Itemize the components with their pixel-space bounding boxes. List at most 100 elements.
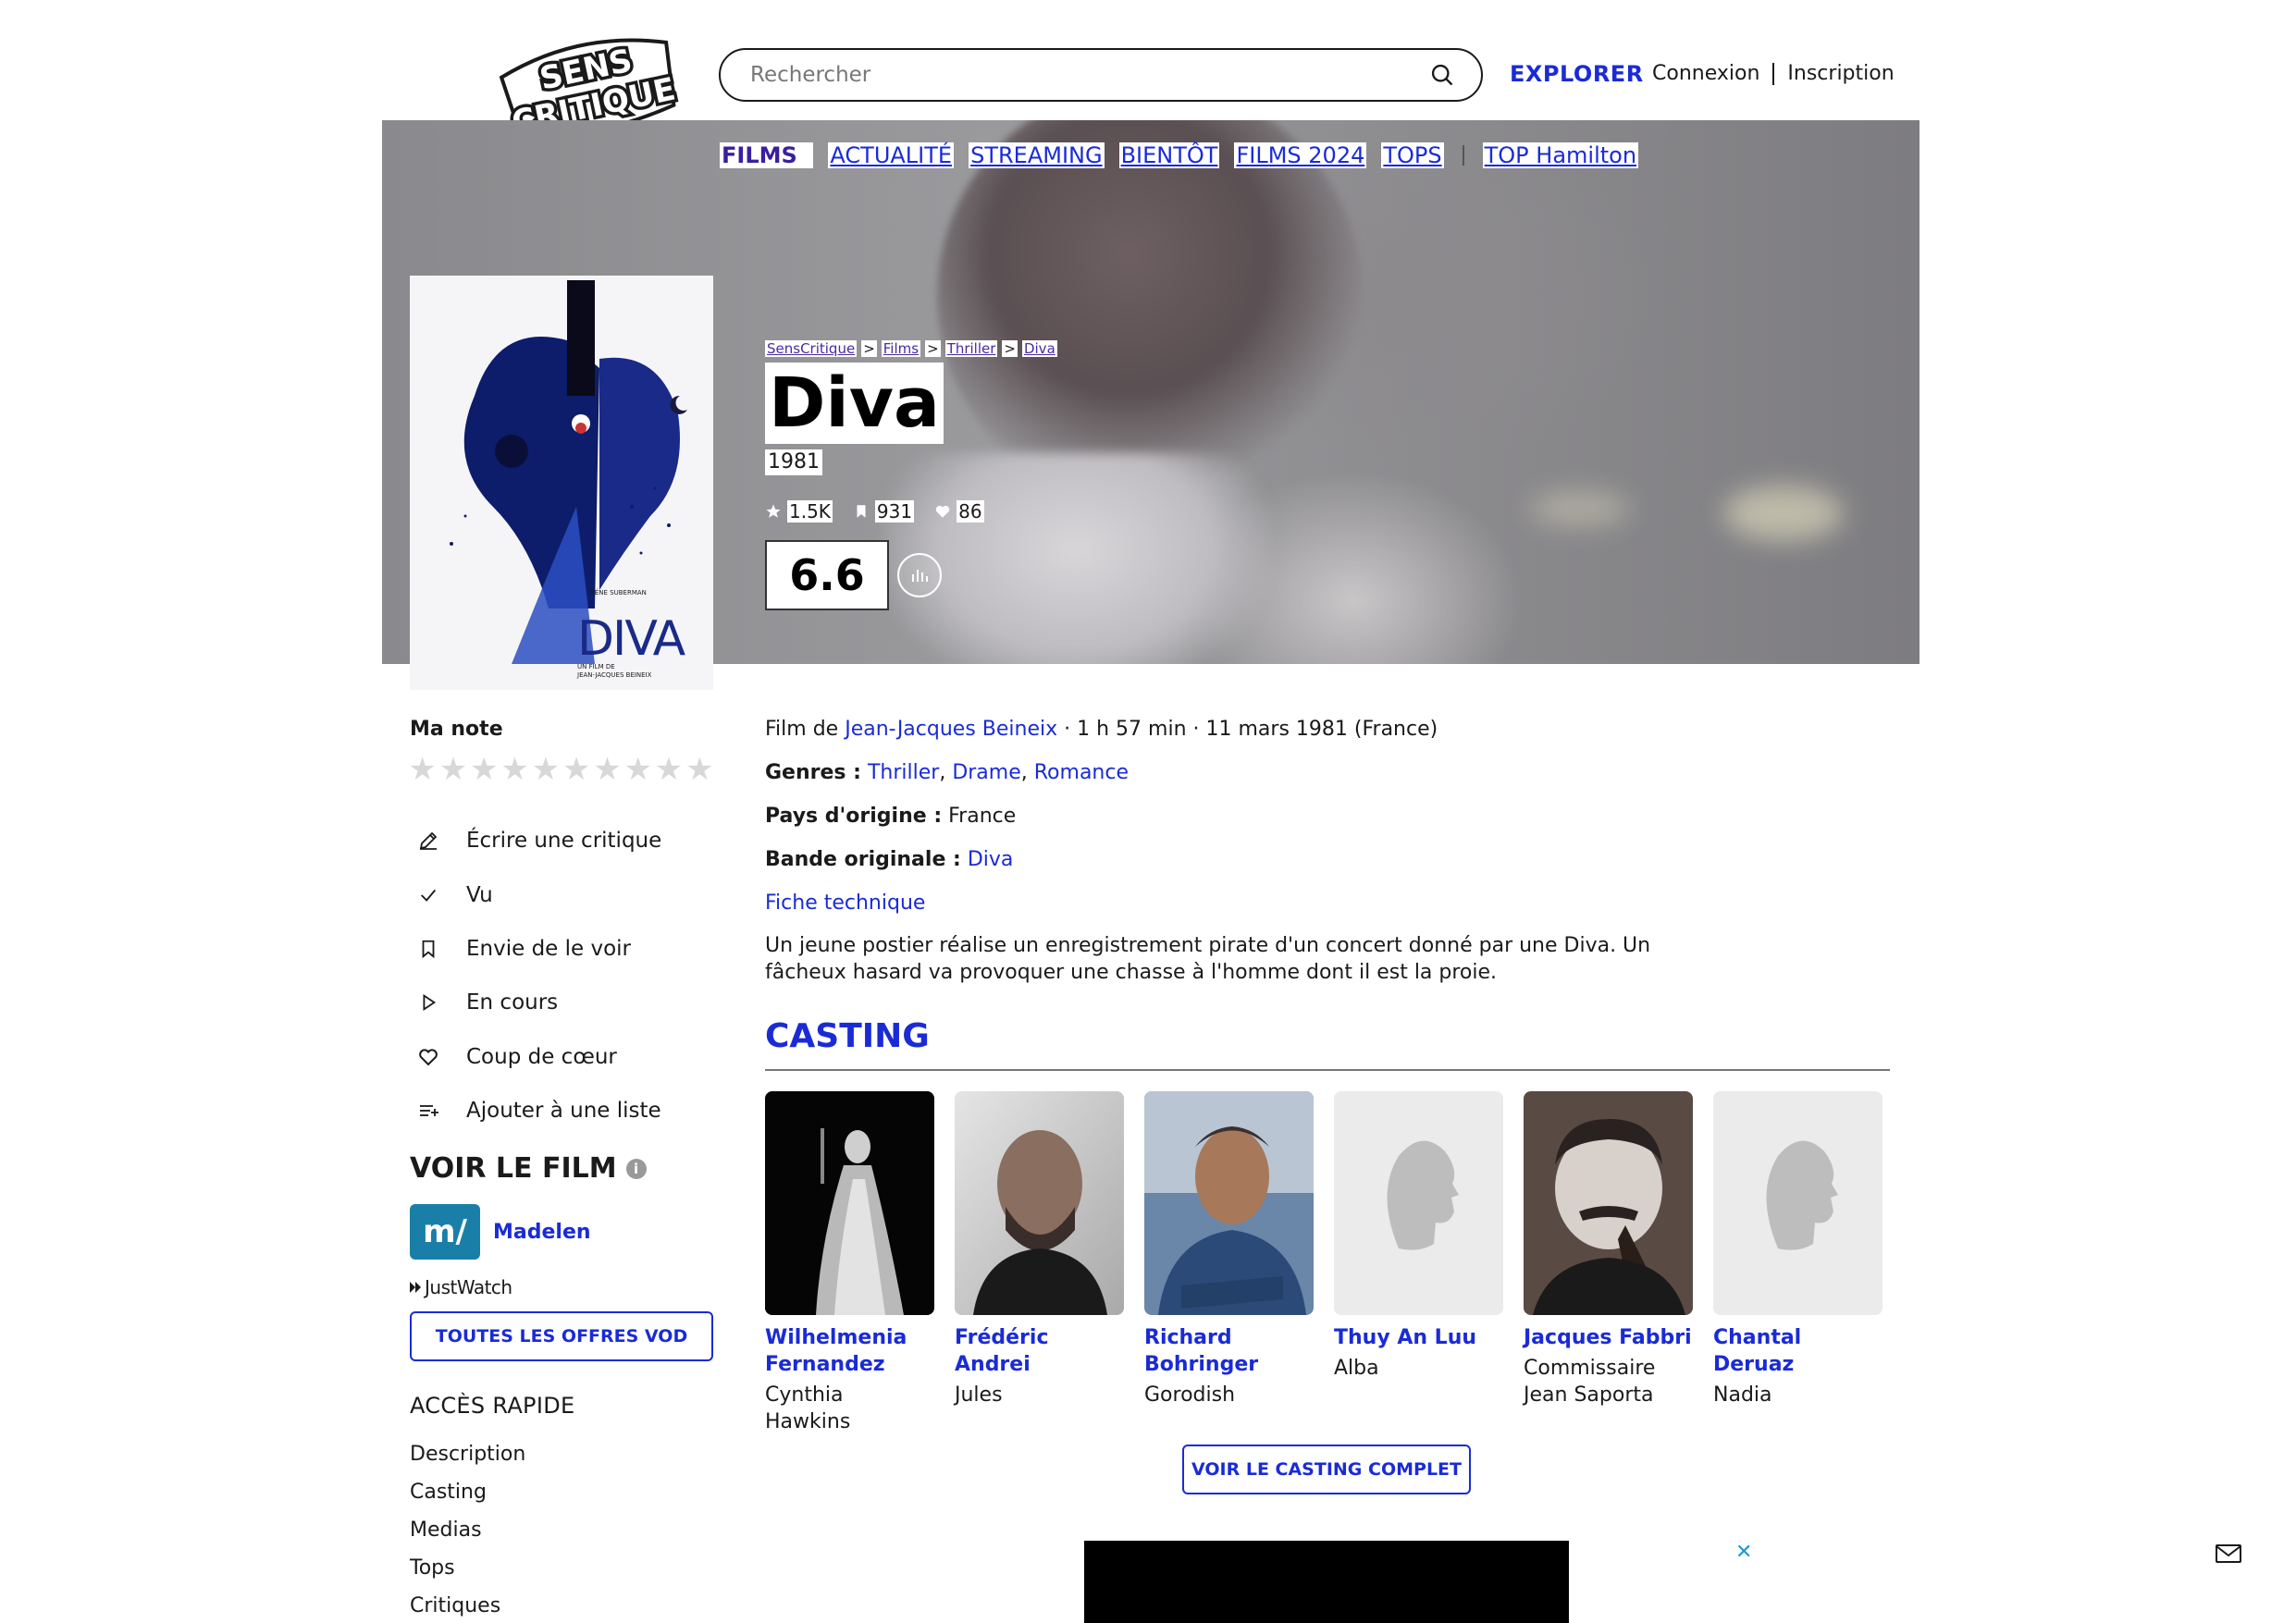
my-rating-stars[interactable]: ★ ★ ★ ★ ★ ★ ★ ★ ★ ★ bbox=[407, 753, 715, 786]
film-details: Film de Jean-Jacques Beineix · 1 h 57 mi… bbox=[765, 718, 1644, 935]
rating-star-icon[interactable]: ★ bbox=[407, 753, 438, 786]
info-icon[interactable]: i bbox=[625, 1158, 647, 1179]
actor-photo[interactable] bbox=[1144, 1091, 1314, 1315]
mail-icon[interactable] bbox=[2215, 1543, 2242, 1565]
actor-name[interactable]: Richard Bohringer bbox=[1144, 1324, 1314, 1378]
rating-star-icon[interactable]: ★ bbox=[685, 753, 715, 786]
quick-access-title: ACCÈS RAPIDE bbox=[410, 1393, 575, 1419]
breadcrumb-thriller[interactable]: Thriller bbox=[944, 340, 998, 357]
actor-role: Jules bbox=[955, 1383, 1003, 1407]
actor-name[interactable]: Chantal Deruaz bbox=[1713, 1324, 1882, 1378]
quick-access-tops[interactable]: Tops bbox=[410, 1549, 525, 1587]
actor-name[interactable]: Wilhelmenia Fernandez bbox=[765, 1324, 934, 1378]
rating-star-icon[interactable]: ★ bbox=[561, 753, 591, 786]
subnav-films-2024[interactable]: FILMS 2024 bbox=[1234, 142, 1367, 168]
country-row: Pays d'origine : France bbox=[765, 805, 1017, 828]
breadcrumb-separator: > bbox=[1002, 340, 1018, 357]
streaming-provider[interactable]: m/ Madelen bbox=[410, 1204, 591, 1260]
genre-link-drame[interactable]: Drame bbox=[952, 761, 1020, 784]
genre-link-romance[interactable]: Romance bbox=[1034, 761, 1129, 784]
action-in-progress[interactable]: En cours bbox=[416, 976, 661, 1029]
banner-backdrop-dress bbox=[882, 453, 1270, 664]
quick-access-description[interactable]: Description bbox=[410, 1435, 525, 1473]
subnav-top-hamilton[interactable]: TOP Hamilton bbox=[1482, 142, 1639, 168]
cast-card[interactable]: Jacques Fabbri Commissaire Jean Saporta bbox=[1524, 1091, 1693, 1435]
actor-name[interactable]: Thuy An Luu bbox=[1334, 1324, 1503, 1351]
subnav-films[interactable]: FILMS › bbox=[720, 142, 814, 168]
genre-link-thriller[interactable]: Thriller bbox=[868, 761, 939, 784]
all-vod-offers-button[interactable]: TOUTES LES OFFRES VOD bbox=[410, 1311, 713, 1361]
rating-star-icon[interactable]: ★ bbox=[469, 753, 500, 786]
star-icon bbox=[766, 504, 781, 518]
actor-photo-placeholder[interactable] bbox=[1334, 1091, 1503, 1315]
quick-access-critiques[interactable]: Critiques bbox=[410, 1587, 525, 1623]
action-add-to-list[interactable]: Ajouter à une liste bbox=[416, 1084, 661, 1137]
actor-photo[interactable] bbox=[765, 1091, 934, 1315]
director-link[interactable]: Jean-Jacques Beineix bbox=[845, 718, 1057, 741]
cast-card[interactable]: Wilhelmenia Fernandez Cynthia Hawkins bbox=[765, 1091, 934, 1435]
soundtrack-link[interactable]: Diva bbox=[968, 848, 1014, 871]
subnav-divider bbox=[1462, 145, 1464, 166]
film-poster[interactable]: RÉNE SUBERMAN DIVA UN FILM DE JEAN-JACQU… bbox=[410, 276, 713, 690]
justwatch-icon bbox=[410, 1282, 421, 1293]
breadcrumb-senscritique[interactable]: SensCritique bbox=[765, 340, 858, 357]
banner-backdrop-light bbox=[1723, 486, 1844, 541]
login-link[interactable]: Connexion bbox=[1652, 62, 1759, 85]
rating-star-icon[interactable]: ★ bbox=[500, 753, 530, 786]
ad-banner[interactable] bbox=[1084, 1541, 1569, 1623]
subnav-actualite[interactable]: ACTUALITÉ bbox=[828, 142, 955, 168]
actor-name[interactable]: Jacques Fabbri bbox=[1524, 1324, 1693, 1351]
actor-role: Cynthia Hawkins bbox=[765, 1383, 851, 1433]
list-add-icon bbox=[416, 1099, 440, 1123]
action-want-to-see[interactable]: Envie de le voir bbox=[416, 922, 661, 976]
cast-card[interactable]: Richard Bohringer Gorodish bbox=[1144, 1091, 1314, 1435]
pencil-icon bbox=[416, 829, 440, 853]
subnav-streaming[interactable]: STREAMING bbox=[969, 142, 1105, 168]
rating-star-icon[interactable]: ★ bbox=[623, 753, 653, 786]
actor-photo[interactable] bbox=[1524, 1091, 1693, 1315]
quick-access-medias[interactable]: Medias bbox=[410, 1511, 525, 1549]
banner-backdrop-face bbox=[937, 120, 1363, 509]
rating-star-icon[interactable]: ★ bbox=[530, 753, 561, 786]
rating-star-icon[interactable]: ★ bbox=[653, 753, 684, 786]
bar-chart-icon bbox=[912, 570, 928, 582]
subnav-bientot[interactable]: BIENTÔT bbox=[1118, 142, 1220, 168]
signup-link[interactable]: Inscription bbox=[1787, 62, 1894, 85]
casting-title: CASTING bbox=[765, 1017, 930, 1055]
poster-title: DIVA bbox=[577, 611, 686, 667]
justwatch-logo[interactable]: JustWatch bbox=[410, 1276, 512, 1298]
breadcrumb-separator: > bbox=[925, 340, 941, 357]
rating-star-icon[interactable]: ★ bbox=[438, 753, 468, 786]
search-input[interactable] bbox=[750, 63, 1429, 87]
actor-photo[interactable] bbox=[955, 1091, 1124, 1315]
search-bar[interactable] bbox=[719, 48, 1483, 102]
check-icon bbox=[416, 883, 440, 907]
full-casting-button[interactable]: VOIR LE CASTING COMPLET bbox=[1182, 1445, 1471, 1494]
rating-star-icon[interactable]: ★ bbox=[592, 753, 623, 786]
quick-access-casting[interactable]: Casting bbox=[410, 1473, 525, 1511]
breadcrumb: SensCritique > Films > Thriller > Diva bbox=[765, 340, 1057, 357]
tech-sheet-row: Fiche technique bbox=[765, 891, 1644, 935]
close-icon[interactable]: ✕ bbox=[1735, 1541, 1752, 1564]
tech-sheet-link[interactable]: Fiche technique bbox=[765, 891, 925, 915]
chevron-right-icon: › bbox=[802, 142, 812, 168]
breadcrumb-diva[interactable]: Diva bbox=[1021, 340, 1057, 357]
breadcrumb-films[interactable]: Films bbox=[881, 340, 921, 357]
action-seen[interactable]: Vu bbox=[416, 867, 661, 921]
cast-card[interactable]: Chantal Deruaz Nadia bbox=[1713, 1091, 1882, 1435]
watch-section-title: VOIR LE FILM i bbox=[410, 1152, 647, 1185]
subnav-tops[interactable]: TOPS bbox=[1381, 142, 1444, 168]
action-write-review[interactable]: Écrire une critique bbox=[416, 814, 661, 867]
rating-distribution-button[interactable] bbox=[897, 553, 942, 597]
auth-divider bbox=[1772, 62, 1775, 85]
action-favorite[interactable]: Coup de cœur bbox=[416, 1030, 661, 1084]
cast-card[interactable]: Thuy An Luu Alba bbox=[1334, 1091, 1503, 1435]
provider-name[interactable]: Madelen bbox=[493, 1221, 591, 1244]
actor-name[interactable]: Frédéric Andrei bbox=[955, 1324, 1124, 1378]
actor-photo-placeholder[interactable] bbox=[1713, 1091, 1882, 1315]
cast-card[interactable]: Frédéric Andrei Jules bbox=[955, 1091, 1124, 1435]
search-icon[interactable] bbox=[1429, 62, 1455, 88]
explorer-link[interactable]: EXPLORER bbox=[1510, 61, 1644, 87]
page-title: Diva bbox=[765, 363, 944, 444]
actor-role: Commissaire Jean Saporta bbox=[1524, 1357, 1656, 1407]
